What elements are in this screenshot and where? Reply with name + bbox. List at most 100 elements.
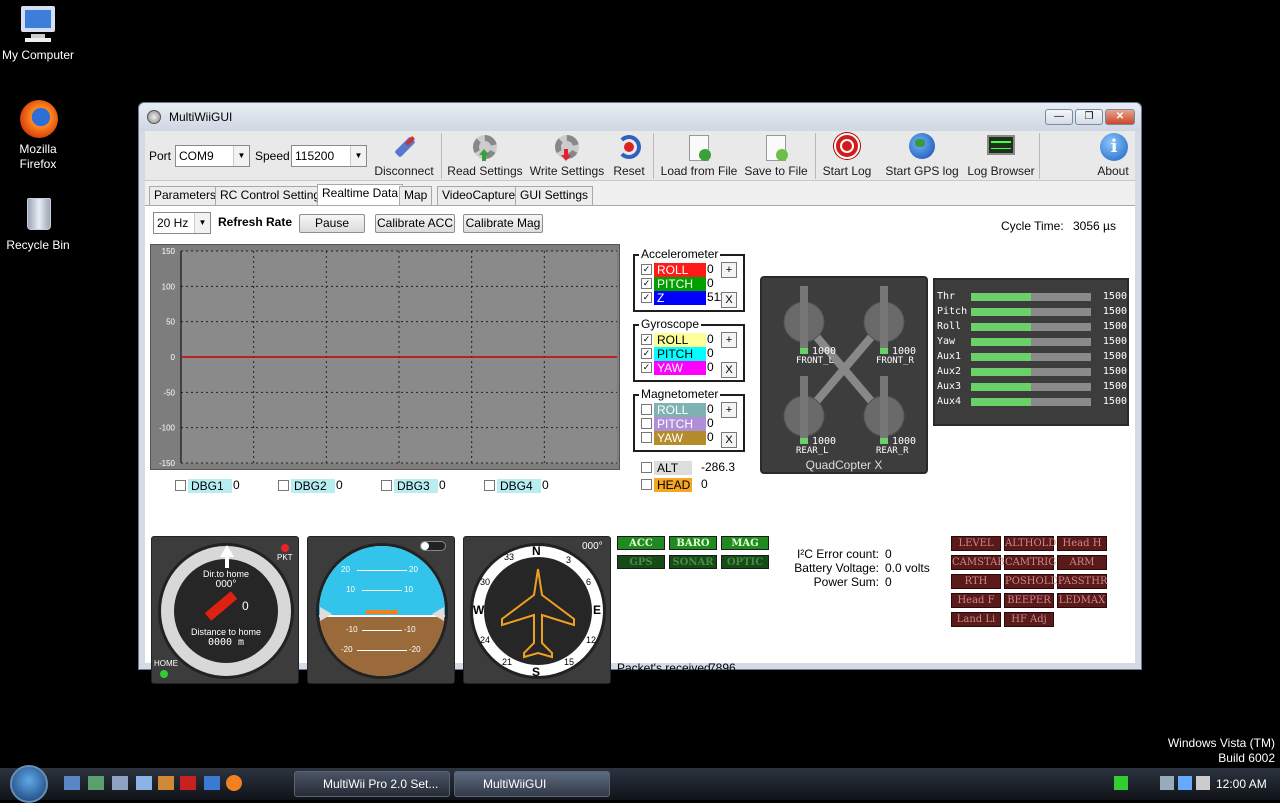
acc-x-button[interactable]: X: [721, 292, 737, 308]
show-desktop-icon[interactable]: [64, 776, 80, 790]
alt-label: ALT: [654, 460, 692, 475]
mag-row: PITCH 0: [641, 416, 714, 431]
mag-checkbox[interactable]: [641, 404, 652, 416]
port-select[interactable]: COM9 ▼: [175, 145, 250, 167]
tab-rc-control-settings[interactable]: RC Control Settings: [215, 186, 332, 205]
desktop-icon-my-computer[interactable]: My Computer: [0, 4, 76, 63]
toolbar: Port COM9 ▼ Speed 115200 ▼ Disconnect Read…: [145, 131, 1135, 181]
tab-parameters[interactable]: Parameters: [149, 186, 222, 205]
mag-checkbox[interactable]: [641, 418, 652, 430]
chevron-down-icon: ▼: [233, 146, 249, 166]
network-icon[interactable]: [1178, 776, 1192, 790]
speed-select[interactable]: 115200 ▼: [291, 145, 367, 167]
satellite-count: 0: [242, 599, 249, 613]
port-value: COM9: [179, 149, 214, 163]
pause-button[interactable]: Pause: [299, 214, 365, 233]
packets-received-label: Packet's received: [617, 661, 711, 675]
minimize-button[interactable]: —: [1045, 109, 1073, 125]
compass-w: W: [473, 603, 485, 617]
dir-to-home-label: Dir.to home: [202, 569, 250, 579]
tab-realtime-data[interactable]: Realtime Data: [317, 184, 404, 206]
fm-icon[interactable]: [180, 776, 196, 790]
motor-throttle-fill: [880, 348, 888, 354]
tray-icon[interactable]: [1114, 776, 1128, 790]
gyro-checkbox[interactable]: ✓: [641, 348, 652, 360]
quicklaunch-icon[interactable]: [204, 776, 220, 790]
refresh-rate-select[interactable]: 20 Hz ▼: [153, 212, 211, 234]
start-gps-log-button[interactable]: Start GPS log: [879, 133, 965, 178]
mag-checkbox[interactable]: [641, 432, 652, 444]
toggle-switch[interactable]: [420, 541, 446, 551]
quicklaunch-icon[interactable]: [136, 776, 152, 790]
pitch-tick: [362, 630, 402, 631]
dbg-label: DBG1: [188, 478, 232, 493]
realtime-panel: 20 Hz ▼ Refresh Rate Pause Calibrate ACC …: [145, 205, 1135, 688]
desktop-icon-label: Mozilla Firefox: [19, 142, 57, 171]
close-button[interactable]: ✕: [1105, 109, 1135, 125]
log-browser-button[interactable]: Log Browser: [965, 133, 1037, 178]
gyro-checkbox[interactable]: ✓: [641, 362, 652, 374]
acc-checkbox[interactable]: ✓: [641, 264, 652, 276]
mag-x-button[interactable]: X: [721, 432, 737, 448]
desktop-icon-recycle-bin[interactable]: Recycle Bin: [0, 194, 76, 253]
rc-channel-value: 1500: [1102, 366, 1127, 377]
motor-throttle-bar: [880, 376, 888, 444]
tab-gui-settings[interactable]: GUI Settings: [515, 186, 594, 205]
write-settings-button[interactable]: Write Settings: [527, 133, 607, 178]
gyroscope-title: Gyroscope: [639, 317, 702, 331]
sensor-sonar-indicator: SONAR: [669, 555, 717, 569]
tray-icon[interactable]: [1160, 776, 1174, 790]
alt-checkbox[interactable]: [641, 462, 652, 474]
rc-channel-label: Aux1: [937, 351, 962, 362]
mag-channel-label: PITCH: [654, 416, 706, 431]
task-multiwiigui[interactable]: MultiWiiGUI: [454, 771, 610, 797]
start-log-button[interactable]: Start Log: [819, 133, 875, 178]
rc-channel-fill: [971, 293, 1031, 301]
rc-channel-value: 1500: [1102, 291, 1127, 302]
dbg-value: 0: [233, 478, 240, 492]
head-checkbox[interactable]: [641, 479, 652, 491]
sensor-mag-indicator: MAG: [721, 536, 769, 550]
gyro-x-button[interactable]: X: [721, 362, 737, 378]
calibrate-mag-button[interactable]: Calibrate Mag: [463, 214, 543, 233]
firefox-icon[interactable]: [226, 775, 242, 791]
mode-hf-adj-indicator: HF Adj: [1004, 612, 1054, 627]
acc-plus-button[interactable]: +: [721, 262, 737, 278]
dbg-checkbox[interactable]: [381, 480, 392, 492]
maximize-button[interactable]: ❐: [1075, 109, 1103, 125]
volume-icon[interactable]: [1196, 776, 1210, 790]
quicklaunch-icon[interactable]: [158, 776, 174, 790]
dbg-row: DBG3 0: [381, 478, 446, 493]
load-file-button[interactable]: Load from File: [659, 133, 739, 178]
desktop-icon-firefox[interactable]: Mozilla Firefox: [0, 98, 76, 172]
dbg-checkbox[interactable]: [484, 480, 495, 492]
motor-label: REAR_L: [796, 446, 829, 456]
tab-videocapture[interactable]: VideoCapture: [437, 186, 521, 205]
start-button[interactable]: [10, 765, 48, 803]
switch-windows-icon[interactable]: [88, 776, 104, 790]
reset-button[interactable]: Reset: [609, 133, 649, 178]
head-value: 0: [701, 477, 708, 491]
compass-6: 6: [586, 577, 592, 587]
artificial-horizon: 20 20 10 10 -10 -10 -20 -20: [307, 536, 455, 684]
tab-map[interactable]: Map: [399, 186, 433, 205]
acc-checkbox[interactable]: ✓: [641, 278, 652, 290]
about-button[interactable]: i About: [1093, 133, 1133, 178]
dbg-checkbox[interactable]: [175, 480, 186, 492]
save-file-button[interactable]: Save to File: [743, 133, 809, 178]
plug-icon: [388, 133, 420, 163]
gyro-plus-button[interactable]: +: [721, 332, 737, 348]
window-titlebar[interactable]: MultiWiiGUI — ❐ ✕: [139, 103, 1141, 131]
compass-e: E: [593, 603, 602, 617]
disconnect-button[interactable]: Disconnect: [371, 133, 437, 178]
acc-checkbox[interactable]: ✓: [641, 292, 652, 304]
task-multiwii-pro[interactable]: MultiWii Pro 2.0 Set...: [294, 771, 450, 797]
read-settings-button[interactable]: Read Settings: [447, 133, 523, 178]
calibrate-acc-button[interactable]: Calibrate ACC: [375, 214, 455, 233]
dbg-checkbox[interactable]: [278, 480, 289, 492]
quicklaunch-icon[interactable]: [112, 776, 128, 790]
mag-plus-button[interactable]: +: [721, 402, 737, 418]
rc-channel-row: Yaw 1500: [935, 335, 1131, 350]
gyro-checkbox[interactable]: ✓: [641, 334, 652, 346]
mag-channel-value: 0: [707, 430, 714, 444]
